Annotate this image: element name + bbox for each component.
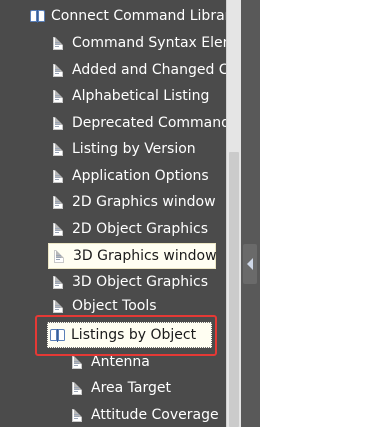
toc-tree-pane: Connect Command Library Command Syntax E… — [0, 0, 226, 427]
document-icon — [53, 299, 63, 313]
document-icon — [72, 381, 82, 395]
tree-item-label: Application Options — [72, 168, 209, 184]
content-pane — [260, 0, 384, 427]
tree-item-label: Listing by Version — [72, 141, 196, 157]
tree-item-label: 2D Graphics window — [72, 194, 216, 210]
tree-item-label: Listings by Object — [71, 327, 197, 343]
tree-item-application-options[interactable]: Application Options — [53, 163, 209, 189]
tree-item-label: Attitude Coverage — [91, 407, 219, 423]
tree-item-label: 2D Object Graphics — [72, 221, 209, 237]
tree-item-deprecated-commands[interactable]: Deprecated Commands — [53, 110, 226, 136]
tree-item-2d-graphics-window[interactable]: 2D Graphics window — [53, 189, 216, 215]
document-icon — [53, 63, 63, 77]
tree-item-listings-by-object[interactable]: Listings by Object — [47, 322, 212, 348]
tree-item-label: Antenna — [91, 354, 150, 370]
tree-item-area-target[interactable]: Area Target — [72, 375, 171, 401]
tree-item-label: Object Tools — [72, 298, 157, 314]
tree-item-command-syntax-elements[interactable]: Command Syntax Elemen — [53, 30, 226, 56]
tree-item-label: Connect Command Library — [51, 8, 226, 24]
scrollbar-thumb[interactable] — [229, 152, 239, 427]
document-icon — [53, 116, 63, 130]
tree-item-3d-object-graphics[interactable]: 3D Object Graphics — [53, 269, 208, 295]
tree-item-alphabetical-listing[interactable]: Alphabetical Listing — [53, 83, 209, 109]
tree-item-antenna[interactable]: Antenna — [72, 349, 150, 375]
book-icon — [50, 328, 66, 342]
tree-item-3d-graphics-window[interactable]: 3D Graphics window — [48, 243, 217, 269]
book-icon — [30, 9, 46, 23]
tree-item-label: 3D Graphics window — [73, 248, 217, 264]
document-icon — [53, 169, 63, 183]
document-icon — [53, 222, 63, 236]
tree-item-object-tools[interactable]: Object Tools — [53, 296, 157, 316]
document-icon — [53, 36, 63, 50]
document-icon — [72, 355, 82, 369]
tree-scrollbar[interactable] — [226, 0, 241, 427]
tree-item-label: Added and Changed Cor — [72, 62, 226, 78]
document-icon — [53, 275, 63, 289]
tree-item-listing-by-version[interactable]: Listing by Version — [53, 136, 196, 162]
tree-item-attitude-coverage[interactable]: Attitude Coverage — [72, 402, 219, 427]
tree-item-label: Alphabetical Listing — [72, 88, 210, 104]
tree-item-added-and-changed-commands[interactable]: Added and Changed Cor — [53, 57, 226, 83]
pane-divider[interactable] — [241, 0, 260, 427]
tree-item-2d-object-graphics[interactable]: 2D Object Graphics — [53, 216, 208, 242]
document-icon — [53, 142, 63, 156]
document-icon — [72, 408, 82, 422]
tree-item-label: Area Target — [91, 380, 171, 396]
document-icon — [53, 195, 63, 209]
tree-item-label: Deprecated Commands — [72, 115, 226, 131]
tree-item-label: Command Syntax Elemen — [72, 35, 226, 51]
document-icon — [54, 249, 64, 263]
tree-item-connect-command-library[interactable]: Connect Command Library — [30, 3, 226, 29]
tree-item-label: 3D Object Graphics — [72, 274, 209, 290]
collapse-pane-left-arrow-icon[interactable] — [243, 244, 257, 284]
document-icon — [53, 89, 63, 103]
